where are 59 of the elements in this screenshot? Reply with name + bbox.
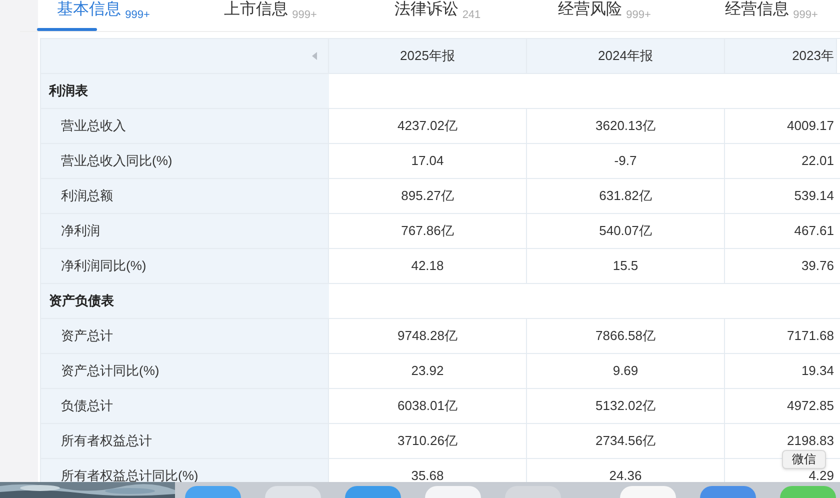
dock-icon[interactable] — [265, 486, 321, 498]
table-cell-text: -9.7 — [614, 152, 637, 170]
table-cell-text: 2734.56亿 — [596, 432, 656, 450]
table-cell-text: 4.29 — [808, 467, 834, 486]
table-cell-text: 4972.85 — [787, 397, 834, 416]
tab[interactable]: 上市信息 999+ — [187, 0, 354, 31]
table-cell-text: 467.61 — [794, 222, 834, 240]
table-cell-text: 4009.17 — [787, 117, 834, 136]
table-cell-text: 42.18 — [411, 257, 444, 276]
tab[interactable]: 经营风险 999+ — [521, 0, 688, 31]
table-cell-text: 7171.68 — [787, 327, 834, 346]
row-label: 营业总收入同比(%) — [61, 152, 172, 170]
row-label: 资产总计 — [61, 327, 113, 346]
column-header: 2024年报 — [598, 47, 653, 66]
table-cell-text: 3620.13亿 — [596, 117, 656, 136]
table-cell-text: 9.69 — [612, 362, 638, 380]
row-label: 所有者权益总计 — [61, 432, 152, 450]
table-cell-text: 23.92 — [411, 362, 444, 380]
table-cell-text: 22.01 — [801, 152, 834, 170]
table-cell-text: 17.04 — [411, 152, 444, 170]
table-cell-text: 19.34 — [801, 362, 834, 380]
tooltip: 微信 — [782, 450, 826, 469]
table-cell-text: 539.14 — [794, 187, 834, 206]
column-header: 2025年报 — [400, 47, 455, 66]
row-label: 资产总计同比(%) — [61, 362, 160, 380]
tab[interactable]: 经营信息 999+ — [688, 0, 840, 31]
table-cell-text: 3710.26亿 — [398, 432, 458, 450]
collapse-arrow-icon[interactable] — [312, 52, 318, 60]
row-label: 负债总计 — [61, 397, 113, 416]
table-cell-text: 4237.02亿 — [398, 117, 458, 136]
table-cell-text: 2198.83 — [787, 432, 834, 450]
column-header: 2023年 — [792, 47, 834, 66]
table-cell-text: 767.86亿 — [401, 222, 454, 240]
dock-icon[interactable] — [345, 486, 401, 498]
table-cell-text: 35.68 — [411, 467, 444, 486]
table-cell-text: 15.5 — [612, 257, 638, 276]
row-label: 净利润 — [61, 222, 100, 240]
tab[interactable]: 基本信息 999+ — [20, 0, 187, 31]
section-title: 利润表 — [49, 82, 88, 100]
row-label: 营业总收入 — [61, 117, 126, 136]
dock-icon[interactable] — [700, 486, 756, 498]
table-cell-text: 9748.28亿 — [398, 327, 458, 346]
section-title: 资产负债表 — [49, 292, 114, 310]
dock-icon[interactable] — [620, 486, 676, 498]
tab[interactable]: 法律诉讼 241 — [354, 0, 521, 31]
table-cell-text: 895.27亿 — [401, 187, 454, 206]
dock-icon[interactable] — [780, 486, 836, 498]
table-cell-text: 39.76 — [801, 257, 834, 276]
table-cell-text: 6038.01亿 — [398, 397, 458, 416]
table-cell-text: 7866.58亿 — [596, 327, 656, 346]
dock-icon[interactable] — [425, 486, 481, 498]
table-cell-text: 5132.02亿 — [596, 397, 656, 416]
row-label: 所有者权益总计同比(%) — [61, 467, 198, 486]
table-cell-text: 631.82亿 — [599, 187, 652, 206]
table-cell-text: 540.07亿 — [599, 222, 652, 240]
dock-icon[interactable] — [185, 486, 241, 498]
row-label: 净利润同比(%) — [61, 257, 146, 276]
row-label: 利润总额 — [61, 187, 113, 206]
table-cell-text: 24.36 — [609, 467, 642, 486]
